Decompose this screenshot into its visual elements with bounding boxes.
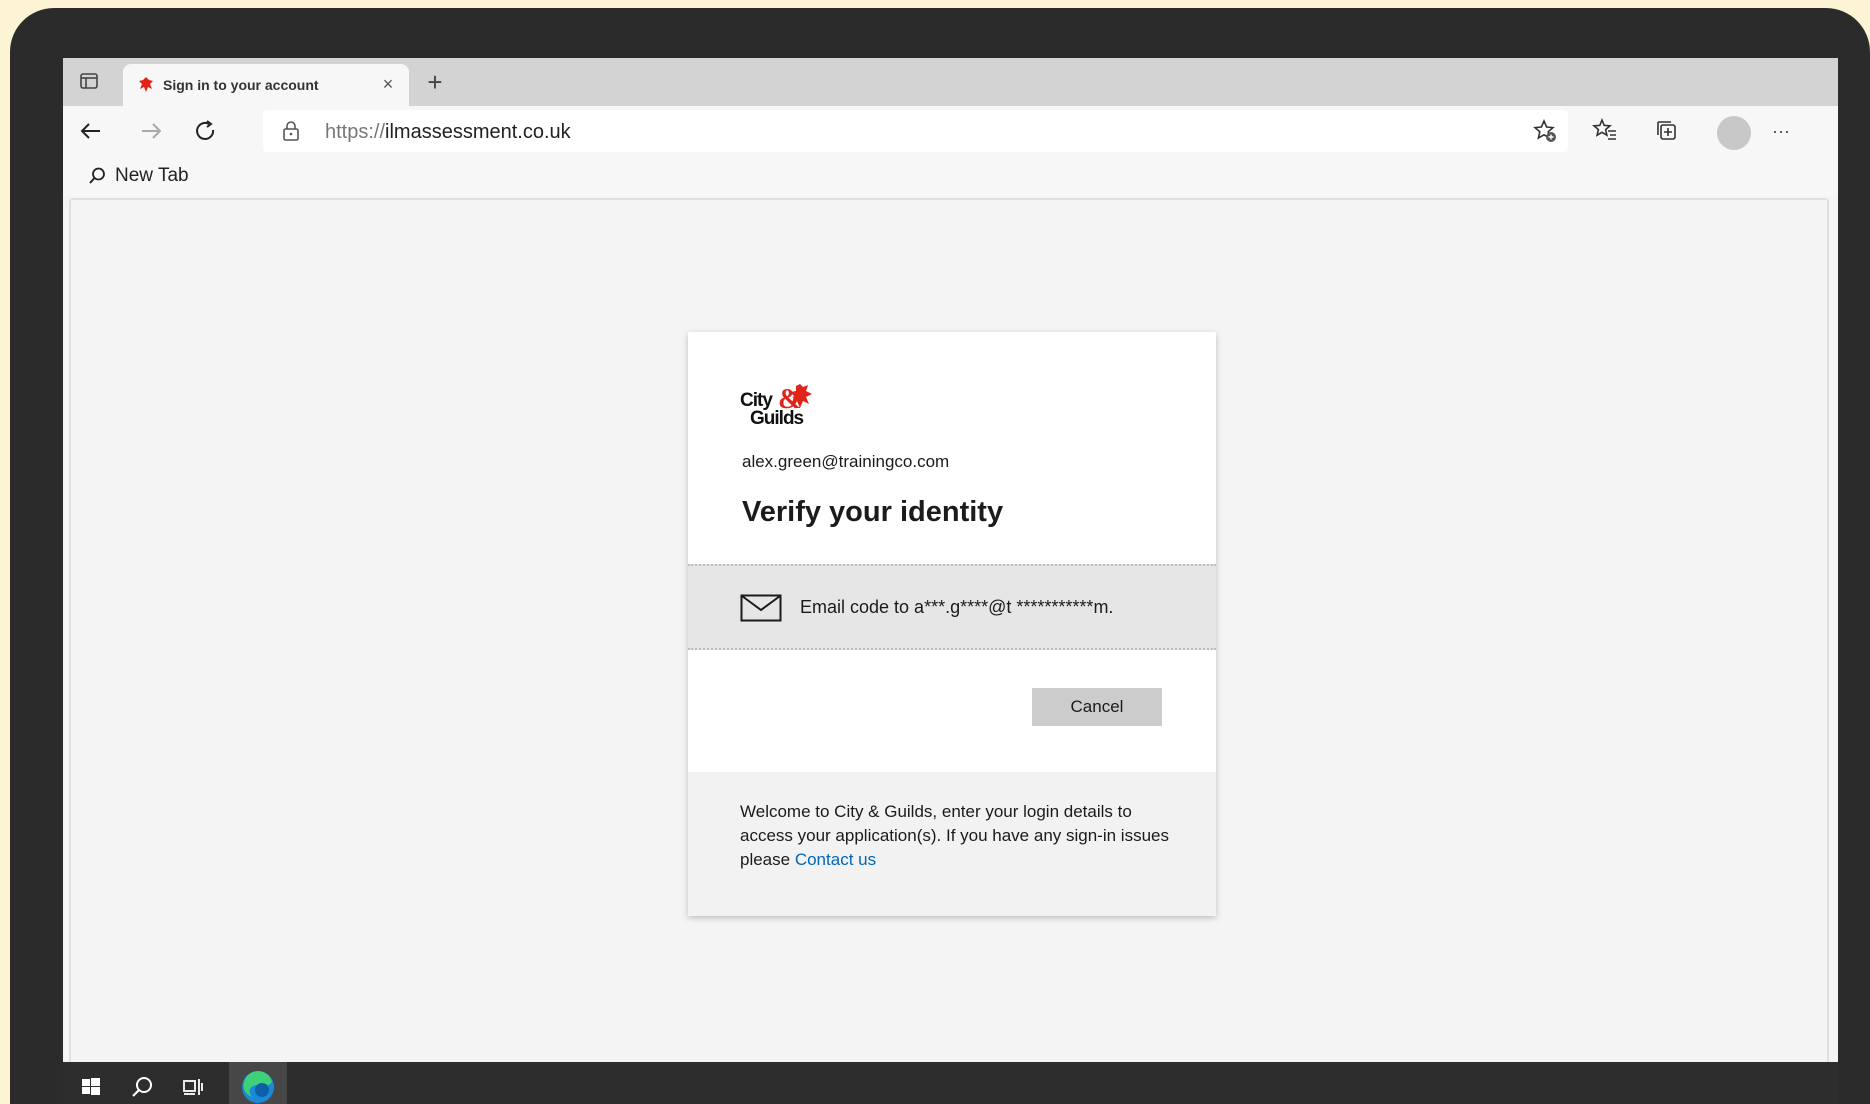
- signin-card: City Guilds & alex.green@trainingco.com …: [688, 332, 1216, 916]
- tab-active[interactable]: Sign in to your account ×: [123, 64, 409, 106]
- windows-start-icon[interactable]: [75, 1071, 107, 1103]
- lock-icon[interactable]: [281, 120, 301, 142]
- favorites-button[interactable]: [1589, 115, 1621, 147]
- more-menu-button[interactable]: ···: [1765, 115, 1797, 147]
- add-favorite-button[interactable]: [1530, 116, 1560, 146]
- taskbar-edge-button[interactable]: [229, 1062, 287, 1104]
- url-text: https://ilmassessment.co.uk: [325, 121, 571, 144]
- new-tab-button[interactable]: +: [421, 68, 449, 96]
- collections-button[interactable]: [1651, 115, 1683, 147]
- footer-message: Welcome to City & Guilds, enter your log…: [740, 800, 1170, 872]
- refresh-icon: [196, 120, 215, 140]
- email-code-label: Email code to a***.g****@t ***********m.: [800, 597, 1114, 617]
- cancel-button[interactable]: Cancel: [1032, 688, 1162, 726]
- address-bar[interactable]: https://ilmassessment.co.uk: [263, 110, 1568, 152]
- bookmarks-bar: New Tab: [63, 156, 1838, 196]
- tab-strip: Sign in to your account × +: [63, 58, 1838, 106]
- email-code-option[interactable]: Email code to a***.g****@t ***********m.: [688, 564, 1216, 650]
- task-view-icon[interactable]: [177, 1071, 209, 1103]
- device-frame: Sign in to your account × + https://ilma…: [10, 8, 1870, 1104]
- refresh-button[interactable]: [189, 115, 221, 147]
- taskbar-search-icon[interactable]: [127, 1071, 159, 1103]
- bookmark-label: New Tab: [115, 165, 189, 186]
- forward-arrow-icon: [142, 123, 162, 139]
- city-guilds-lion-icon: [137, 76, 155, 94]
- star-plus-icon: [1533, 118, 1556, 142]
- page-title: Verify your identity: [742, 496, 1004, 528]
- profile-avatar[interactable]: [1717, 116, 1751, 150]
- url-host: ilmassessment.co.uk: [385, 121, 571, 143]
- tab-actions-icon[interactable]: [77, 70, 101, 94]
- contact-us-link[interactable]: Contact us: [795, 850, 876, 869]
- tab-title: Sign in to your account: [163, 77, 319, 93]
- signin-footer: Welcome to City & Guilds, enter your log…: [688, 772, 1216, 916]
- back-button[interactable]: [75, 115, 107, 147]
- browser-toolbar: https://ilmassessment.co.uk ···: [63, 106, 1838, 156]
- taskbar: [63, 1062, 1838, 1104]
- page-viewport: City Guilds & alex.green@trainingco.com …: [69, 198, 1829, 1080]
- close-tab-icon[interactable]: ×: [377, 73, 399, 95]
- back-arrow-icon: [80, 123, 100, 139]
- collections-icon: [1657, 121, 1676, 140]
- account-email: alex.green@trainingco.com: [742, 452, 950, 471]
- search-icon: [89, 167, 105, 184]
- edge-browser-icon: [242, 1071, 274, 1103]
- favorites-icon: [1592, 117, 1616, 140]
- browser-window: Sign in to your account × + https://ilma…: [63, 58, 1838, 1104]
- url-scheme: https://: [325, 121, 386, 143]
- forward-button[interactable]: [135, 115, 167, 147]
- bookmark-new-tab[interactable]: New Tab: [87, 164, 189, 188]
- envelope-icon: [740, 594, 782, 622]
- city-guilds-logo: City Guilds &: [740, 382, 818, 429]
